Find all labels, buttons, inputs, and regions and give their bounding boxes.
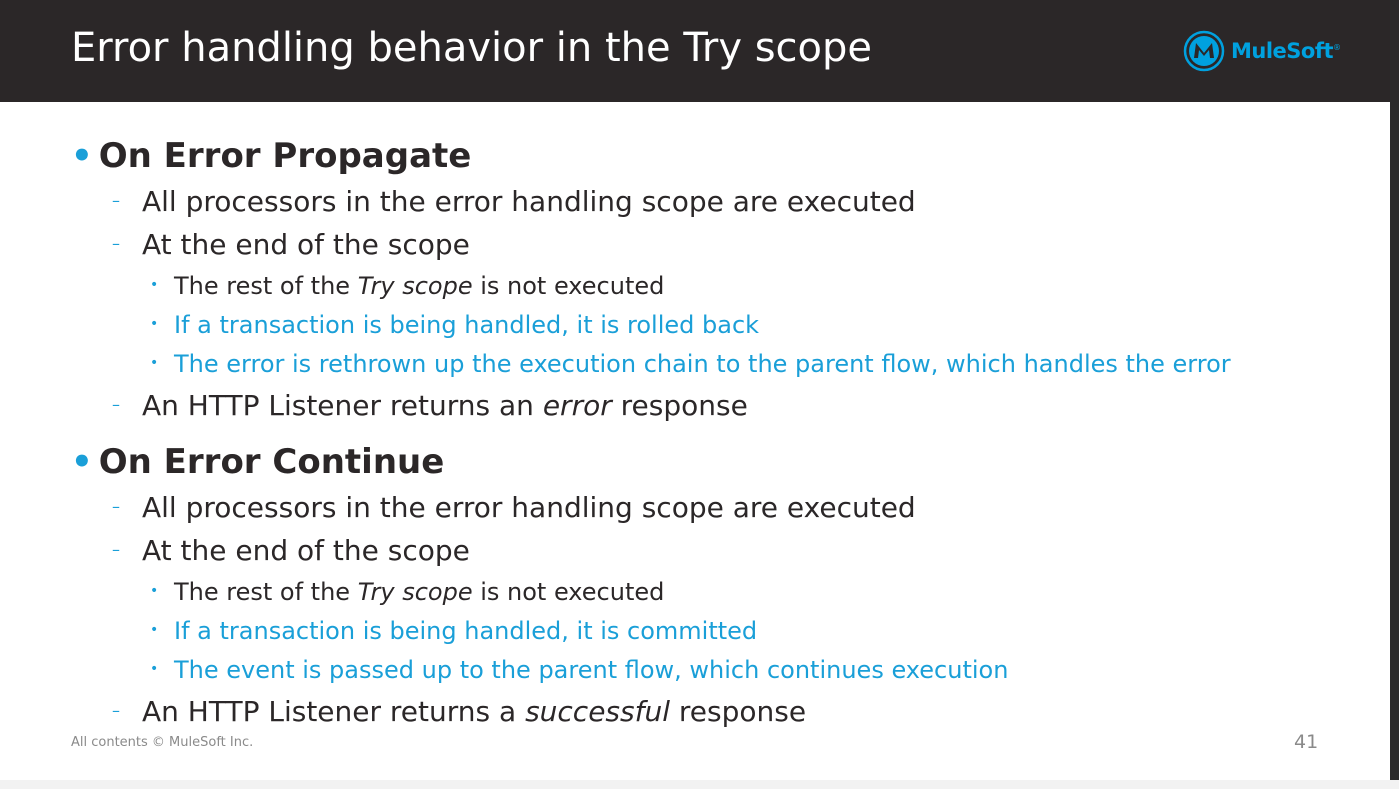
bullet-icon: • [71,442,93,482]
continue-item-2: – At the end of the scope [112,534,470,567]
dot-icon: • [150,622,159,638]
propagate-sub-3: • The error is rethrown up the execution … [150,350,1231,378]
continue-item-3: – An HTTP Listener returns a successful r… [112,695,807,728]
dot-icon: • [150,355,159,371]
propagate-sub-2: • If a transaction is being handled, it i… [150,311,760,339]
dot-icon: • [150,661,159,677]
propagate-item-1: – All processors in the error handling sc… [112,185,916,218]
dash-icon: – [112,234,120,253]
slide-header: Error handling behavior in the Try scope… [0,0,1390,102]
bottom-edge [0,780,1399,789]
dot-icon: • [150,316,159,332]
propagate-item-3: – An HTTP Listener returns an error respo… [112,389,748,422]
slide-title: Error handling behavior in the Try scope [71,25,873,71]
dot-icon: • [150,277,159,293]
logo-text: MuleSoft® [1231,39,1341,63]
propagate-sub-1: • The rest of the Try scope is not execut… [150,272,665,300]
propagate-heading: • On Error Propagate [71,136,472,176]
dash-icon: – [112,191,120,210]
mulesoft-logo: MuleSoft® [1183,29,1341,73]
page-number: 41 [1294,731,1319,753]
dash-icon: – [112,395,120,414]
bullet-icon: • [71,136,93,176]
propagate-item-2: – At the end of the scope [112,228,470,261]
mulesoft-logo-icon [1183,30,1225,72]
continue-sub-1: • The rest of the Try scope is not execut… [150,578,665,606]
slide: Error handling behavior in the Try scope… [0,0,1390,780]
dash-icon: – [112,540,120,559]
copyright-footer: All contents © MuleSoft Inc. [71,735,254,750]
dot-icon: • [150,583,159,599]
continue-sub-2: • If a transaction is being handled, it i… [150,617,758,645]
continue-sub-3: • The event is passed up to the parent fl… [150,656,1009,684]
dash-icon: – [112,497,120,516]
right-edge [1390,0,1399,789]
continue-heading: • On Error Continue [71,442,445,482]
continue-item-1: – All processors in the error handling sc… [112,491,916,524]
dash-icon: – [112,701,120,720]
